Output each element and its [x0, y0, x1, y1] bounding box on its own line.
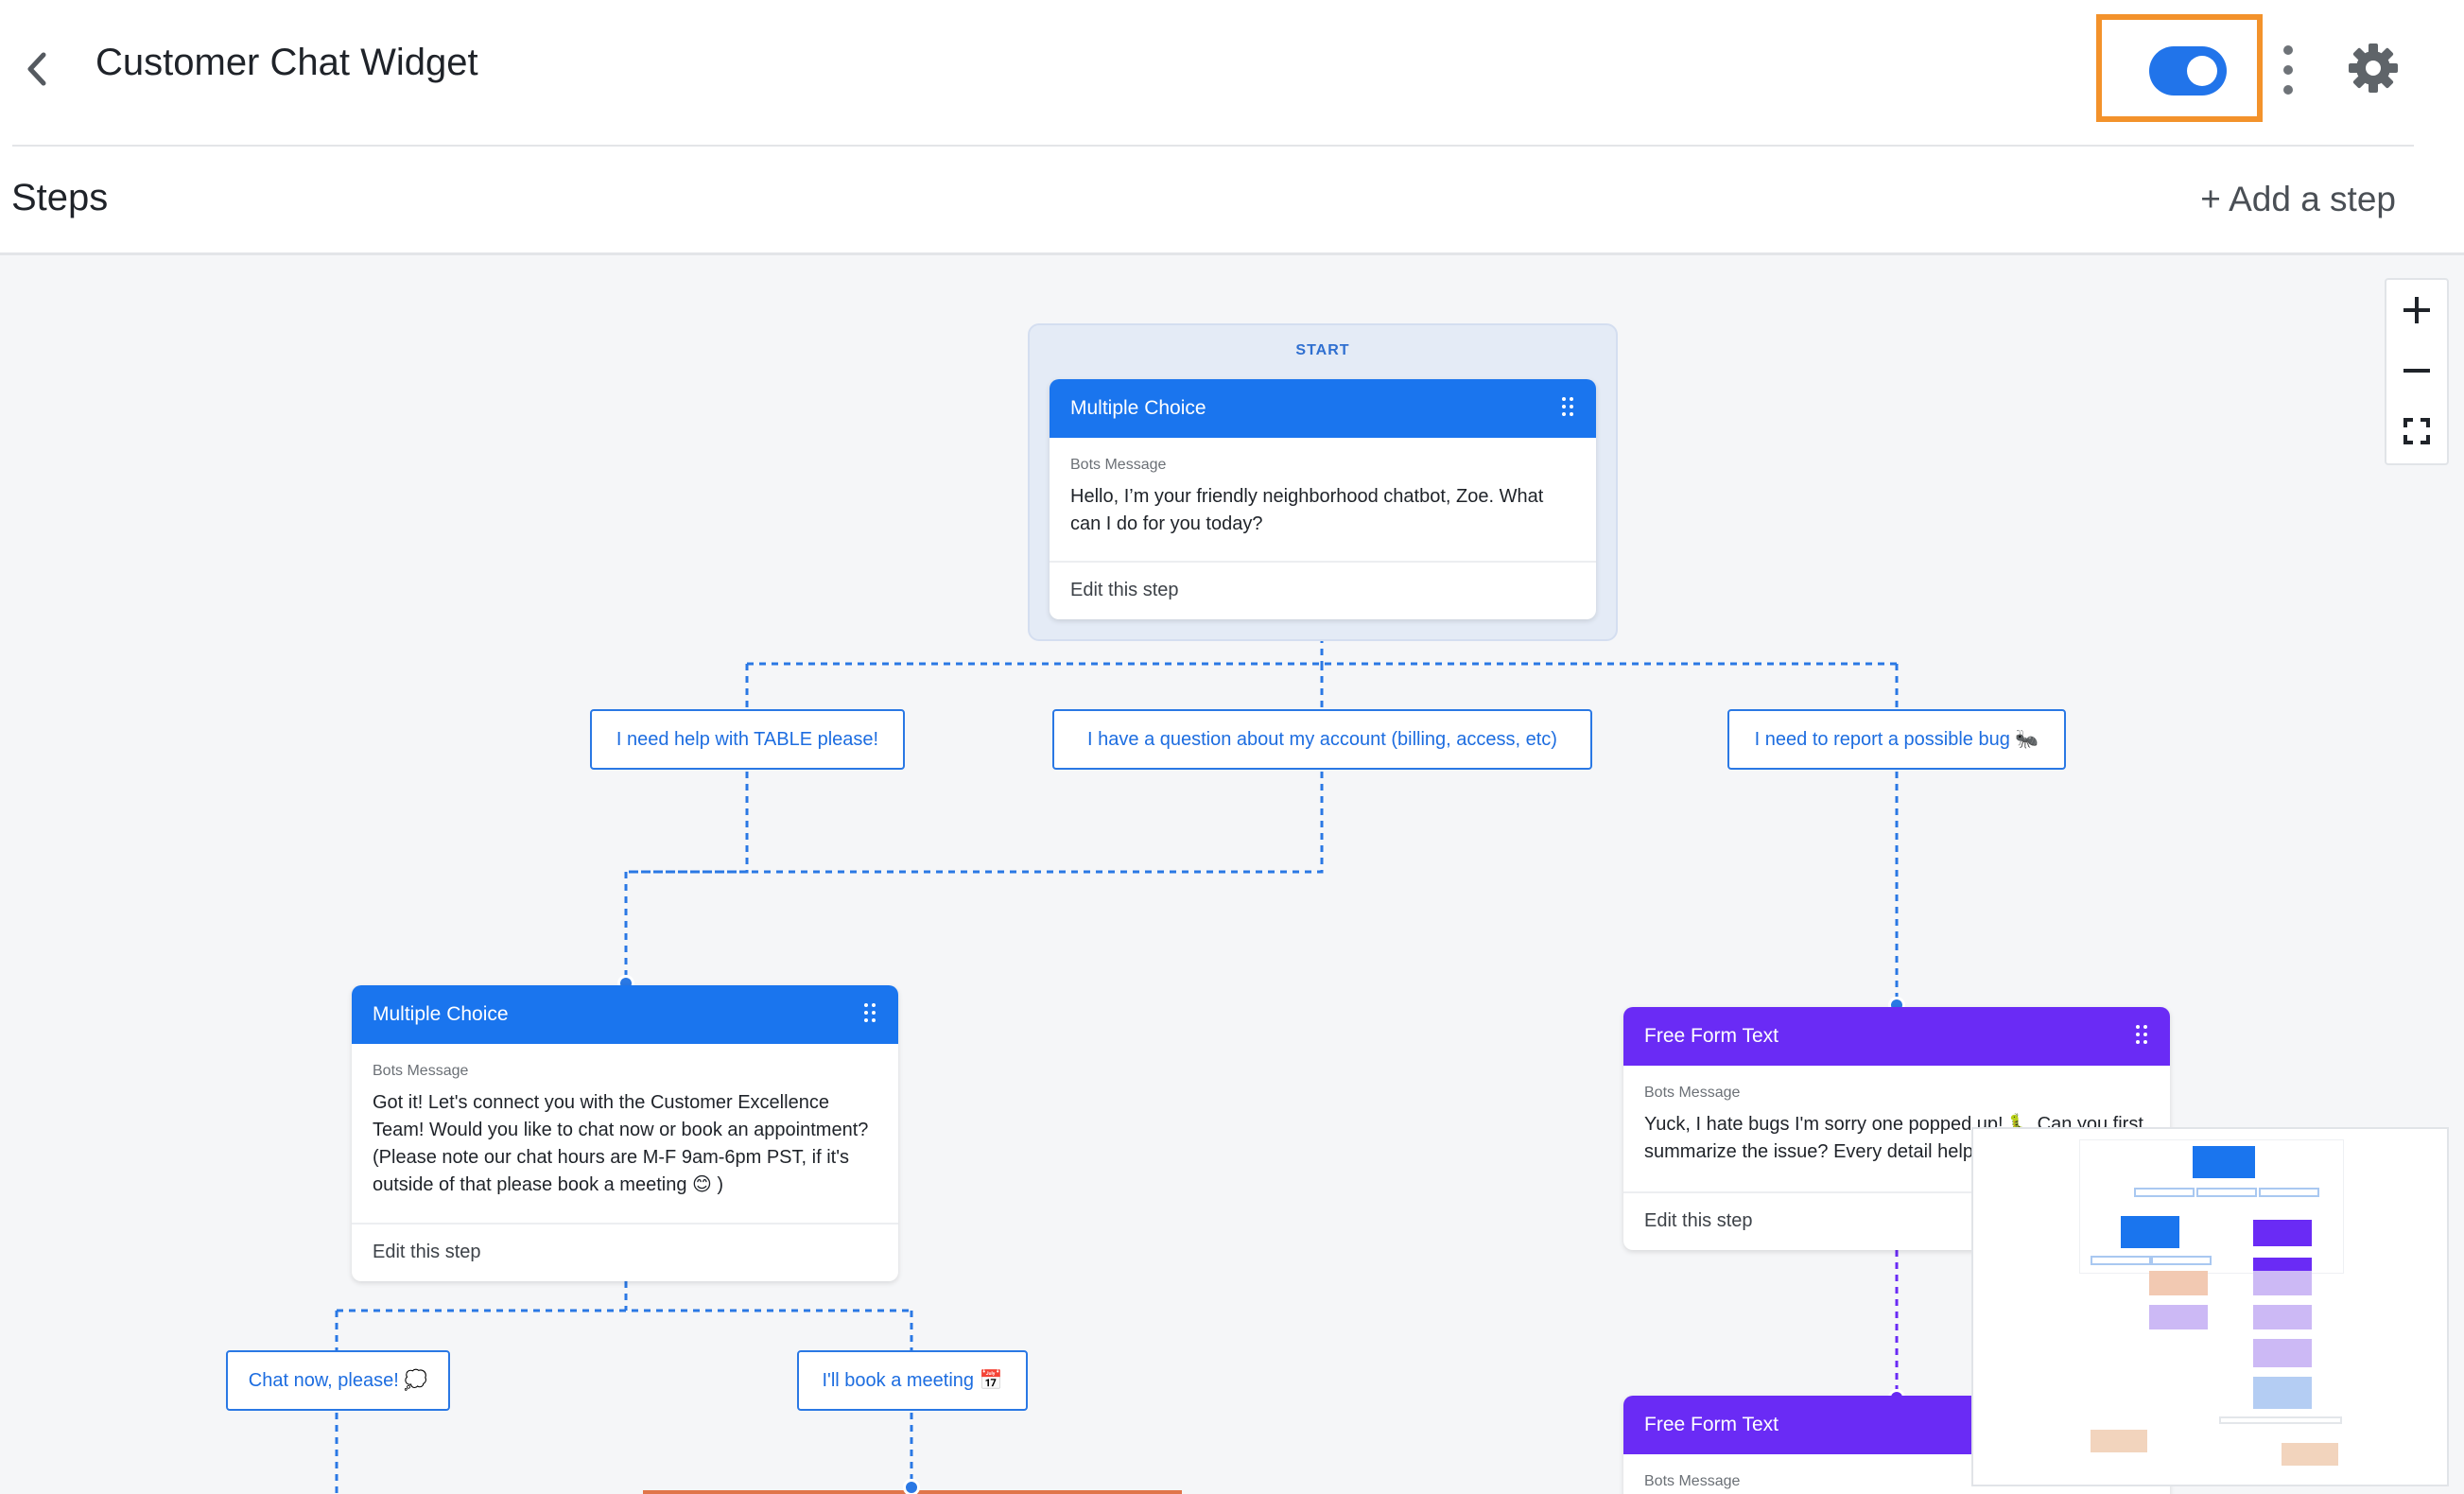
- steps-heading: Steps: [11, 177, 109, 218]
- drag-handle-icon[interactable]: [1562, 397, 1575, 418]
- edit-step-link[interactable]: Edit this step: [1050, 561, 1596, 619]
- plus-icon: [2403, 297, 2430, 323]
- flow-canvas[interactable]: START Multiple Choice Bots Message Hello…: [0, 255, 2464, 1494]
- drag-handle-icon[interactable]: [2136, 1025, 2149, 1046]
- flow-minimap[interactable]: [1971, 1127, 2449, 1486]
- add-step-button[interactable]: + Add a step: [2200, 180, 2396, 219]
- option-account-question[interactable]: I have a question about my account (bill…: [1052, 709, 1592, 770]
- step-header: Free Form Text: [1623, 1007, 2170, 1066]
- team-connect-step-card[interactable]: Multiple Choice Bots Message Got it! Let…: [352, 985, 898, 1281]
- steps-toolbar: Steps + Add a step: [0, 147, 2464, 255]
- minus-icon: [2403, 369, 2430, 373]
- option-book-meeting[interactable]: I'll book a meeting 📅: [797, 1350, 1028, 1411]
- toggle-knob: [2187, 56, 2217, 86]
- app-header: Customer Chat Widget: [0, 0, 2464, 148]
- option-report-bug[interactable]: I need to report a possible bug 🐜: [1727, 709, 2066, 770]
- bots-message-text: Hello, I’m your friendly neighborhood ch…: [1070, 486, 1544, 534]
- kebab-menu-icon: [2283, 45, 2293, 55]
- step-header: Multiple Choice: [1050, 379, 1596, 438]
- step-type: Multiple Choice: [1070, 397, 1206, 419]
- gear-icon: [2349, 43, 2398, 93]
- start-step-card[interactable]: Multiple Choice Bots Message Hello, I’m …: [1050, 379, 1596, 619]
- fit-screen-icon: [2403, 418, 2430, 444]
- more-options-button[interactable]: [2275, 42, 2301, 98]
- page-title: Customer Chat Widget: [95, 42, 478, 83]
- zoom-out-button[interactable]: [2386, 340, 2447, 401]
- start-label: START: [1295, 342, 1350, 358]
- step-header: Multiple Choice: [352, 985, 898, 1044]
- step-type: Multiple Choice: [373, 1003, 509, 1025]
- drag-handle-icon[interactable]: [864, 1003, 877, 1024]
- bots-message-label: Bots Message: [1070, 457, 1167, 473]
- step-type: Free Form Text: [1644, 1414, 1779, 1435]
- widget-active-toggle[interactable]: [2149, 46, 2227, 96]
- edit-step-link[interactable]: Edit this step: [352, 1223, 898, 1281]
- chevron-left-icon: [27, 52, 46, 86]
- option-table-help[interactable]: I need help with TABLE please!: [590, 709, 905, 770]
- zoom-controls: [2385, 278, 2449, 465]
- step-type: Free Form Text: [1644, 1025, 1779, 1047]
- bots-message-label: Bots Message: [1644, 1085, 1741, 1101]
- settings-button[interactable]: [2347, 42, 2400, 95]
- zoom-in-button[interactable]: [2386, 280, 2447, 340]
- connector-dot: [903, 1479, 920, 1494]
- bots-message-label: Bots Message: [373, 1063, 469, 1079]
- toggle-highlight: [2096, 14, 2263, 122]
- option-chat-now[interactable]: Chat now, please! 💭: [226, 1350, 450, 1411]
- bots-message-text: Got it! Let's connect you with the Custo…: [373, 1092, 869, 1195]
- fit-view-button[interactable]: [2386, 401, 2447, 461]
- back-button[interactable]: [13, 45, 61, 93]
